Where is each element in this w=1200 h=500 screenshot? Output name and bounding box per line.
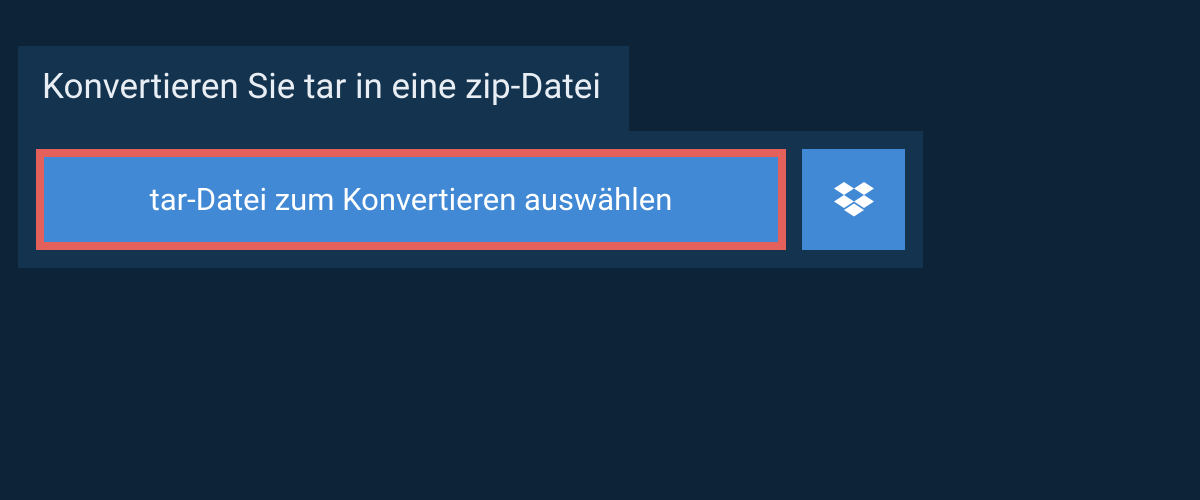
dropbox-button[interactable] bbox=[802, 149, 905, 250]
page-title: Konvertieren Sie tar in eine zip-Datei bbox=[18, 46, 629, 131]
button-row: tar-Datei zum Konvertieren auswählen bbox=[18, 131, 923, 268]
converter-panel: Konvertieren Sie tar in eine zip-Datei t… bbox=[18, 46, 923, 268]
header-row: Konvertieren Sie tar in eine zip-Datei bbox=[18, 46, 923, 131]
select-file-label: tar-Datei zum Konvertieren auswählen bbox=[150, 181, 673, 218]
header-spacer bbox=[629, 46, 923, 131]
dropbox-icon bbox=[834, 182, 874, 218]
select-file-button[interactable]: tar-Datei zum Konvertieren auswählen bbox=[36, 149, 786, 250]
